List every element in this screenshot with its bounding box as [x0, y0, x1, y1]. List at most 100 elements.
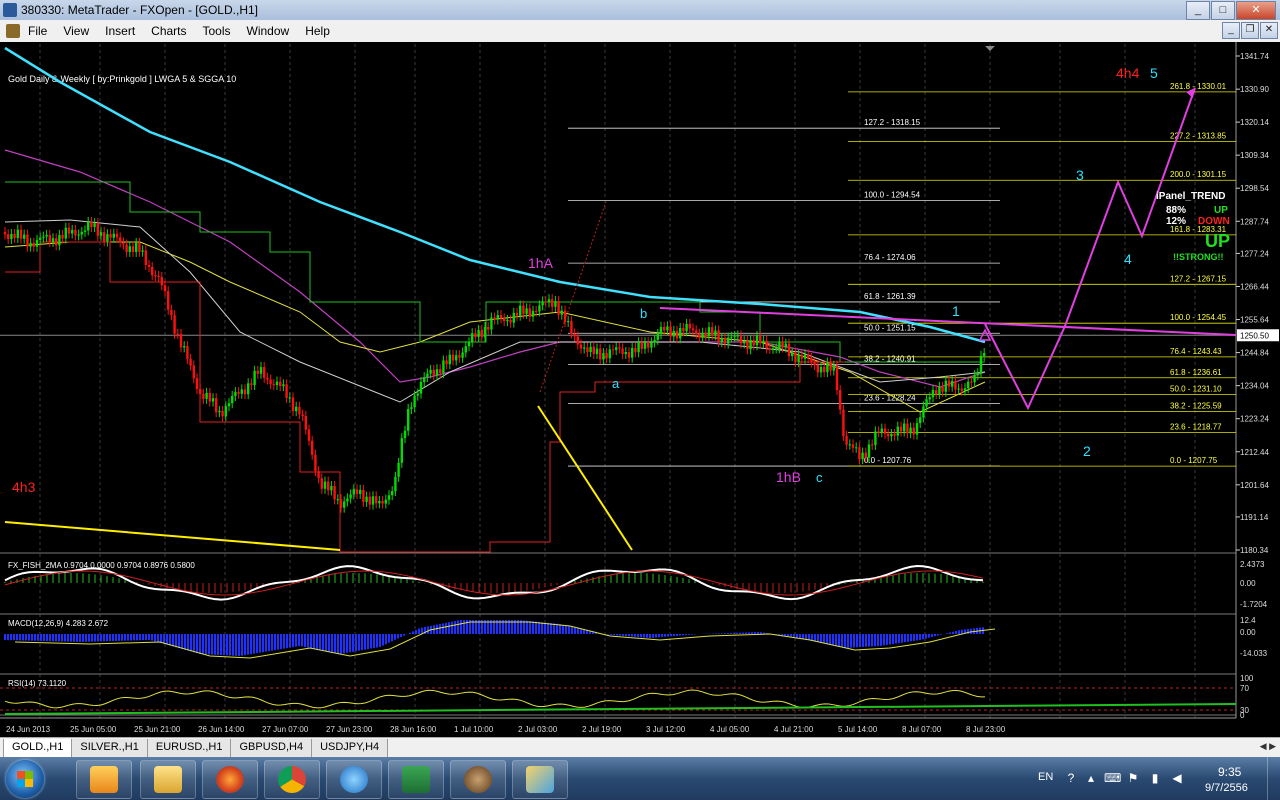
- chart-tab[interactable]: GBPUSD,H4: [230, 739, 313, 758]
- candle-body: [183, 346, 186, 348]
- candle-body: [839, 390, 842, 410]
- menu-file[interactable]: File: [20, 20, 55, 42]
- candle-body: [442, 360, 445, 374]
- chart-minimize-button[interactable]: _: [1222, 22, 1240, 39]
- candle-body: [983, 353, 986, 356]
- candle-body: [477, 329, 480, 338]
- candle-body: [688, 323, 691, 329]
- candle-body: [775, 348, 778, 350]
- candle-body: [867, 444, 871, 458]
- candle-body: [400, 438, 403, 463]
- metatrader-icon: [464, 766, 492, 793]
- taskbar-excel[interactable]: [388, 760, 444, 799]
- price-tick-label: 1277.24: [1240, 249, 1269, 258]
- price-chart[interactable]: 1341.74 1330.90 1320.14 1309.34 1298.54 1287.…: [0, 42, 1280, 737]
- candle-body: [957, 388, 960, 390]
- chart-tab[interactable]: SILVER.,H1: [71, 739, 148, 758]
- minimize-button[interactable]: _: [1186, 1, 1210, 20]
- candle-body: [787, 343, 791, 357]
- current-price-label: 1250.50: [1240, 331, 1269, 340]
- candle-body: [253, 370, 256, 386]
- menu-tools[interactable]: Tools: [195, 20, 239, 42]
- candle-body: [669, 326, 672, 337]
- candle-body: [259, 367, 263, 374]
- candle-body: [778, 341, 781, 349]
- clock-date[interactable]: 9/7/2556: [1205, 782, 1248, 794]
- show-desktop-button[interactable]: [1267, 757, 1280, 800]
- panel-pct-down: 12%: [1166, 216, 1186, 227]
- help-icon[interactable]: ?: [1064, 771, 1078, 785]
- chart-restore-button[interactable]: ❐: [1241, 22, 1259, 39]
- taskbar-metatrader[interactable]: [450, 760, 506, 799]
- action-center-icon[interactable]: ⚑: [1126, 771, 1140, 785]
- taskbar-ie[interactable]: [326, 760, 382, 799]
- wave-label: 4h4: [1116, 65, 1140, 81]
- taskbar-chrome[interactable]: [264, 760, 320, 799]
- candle-body: [371, 496, 375, 505]
- candle-body: [35, 239, 39, 247]
- candle-body: [83, 230, 87, 232]
- wave-label: 4: [1124, 251, 1132, 267]
- candle-body: [461, 352, 464, 358]
- candle-body: [64, 227, 67, 239]
- chart-window-icon[interactable]: [6, 24, 20, 38]
- candle-body: [525, 308, 528, 314]
- candle-body: [202, 393, 205, 399]
- network-icon[interactable]: ▮: [1148, 771, 1162, 785]
- keyboard-icon[interactable]: ⌨: [1104, 771, 1121, 785]
- menu-help[interactable]: Help: [297, 20, 338, 42]
- clock-time[interactable]: 9:35: [1218, 765, 1241, 779]
- price-tick-label: 1244.84: [1240, 349, 1269, 358]
- candle-body: [71, 229, 74, 234]
- menu-insert[interactable]: Insert: [97, 20, 143, 42]
- time-tick-label: 27 Jun 23:00: [326, 725, 373, 734]
- taskbar-explorer[interactable]: [140, 760, 196, 799]
- fib-ext-label: 0.0 - 1207.75: [1170, 456, 1218, 465]
- candle-body: [7, 234, 10, 240]
- candle-body: [189, 358, 192, 366]
- candle-body: [167, 291, 170, 310]
- time-tick-label: 2 Jul 03:00: [518, 725, 558, 734]
- candle-body: [170, 309, 173, 316]
- menu-window[interactable]: Window: [239, 20, 298, 42]
- volume-icon[interactable]: ◀: [1170, 771, 1184, 785]
- panel-big-up: UP: [1205, 231, 1230, 251]
- chart-tab[interactable]: EURUSD.,H1: [146, 739, 232, 758]
- candle-body: [627, 352, 631, 358]
- menu-charts[interactable]: Charts: [143, 20, 194, 42]
- candle-body: [512, 312, 515, 323]
- fib-level-label: 76.4 - 1274.06: [864, 253, 916, 262]
- tray-expand-icon[interactable]: ▴: [1084, 771, 1098, 785]
- candle-body: [730, 336, 733, 338]
- language-indicator[interactable]: EN: [1038, 771, 1053, 783]
- candle-body: [13, 233, 16, 238]
- candle-body: [531, 310, 535, 317]
- candle-body: [359, 489, 362, 494]
- taskbar-paint[interactable]: [512, 760, 568, 799]
- candle-body: [285, 384, 288, 398]
- candle-body: [45, 234, 48, 237]
- menu-view[interactable]: View: [55, 20, 97, 42]
- candle-body: [240, 389, 243, 394]
- tab-scroll-arrows[interactable]: ◀ ▶: [1260, 741, 1276, 752]
- taskbar-media-player[interactable]: [76, 760, 132, 799]
- candle-body: [781, 341, 784, 348]
- close-button[interactable]: ✕: [1236, 1, 1276, 20]
- menu-bar: File View Insert Charts Tools Window Help _ ❐ …: [0, 20, 1280, 43]
- macd-axis-label: -14.033: [1240, 649, 1268, 658]
- maximize-button[interactable]: □: [1211, 1, 1235, 20]
- candle-body: [304, 415, 307, 430]
- start-button[interactable]: [6, 760, 44, 798]
- wave-label: c: [816, 470, 823, 485]
- taskbar-firefox[interactable]: [202, 760, 258, 799]
- window-controls: _ □ ✕: [1186, 1, 1276, 20]
- candle-body: [858, 447, 861, 460]
- panel-up: UP: [1214, 205, 1228, 216]
- chart-tab[interactable]: GOLD.,H1: [3, 739, 73, 758]
- candle-body: [368, 496, 371, 505]
- chart-tab[interactable]: USDJPY,H4: [311, 739, 389, 758]
- windows-taskbar: EN ? ▴ ⌨ ⚑ ▮ ◀ 9:35 9/7/2556: [0, 757, 1280, 800]
- candle-body: [842, 409, 845, 436]
- chart-close-button[interactable]: ✕: [1260, 22, 1278, 39]
- folder-icon: [154, 766, 182, 793]
